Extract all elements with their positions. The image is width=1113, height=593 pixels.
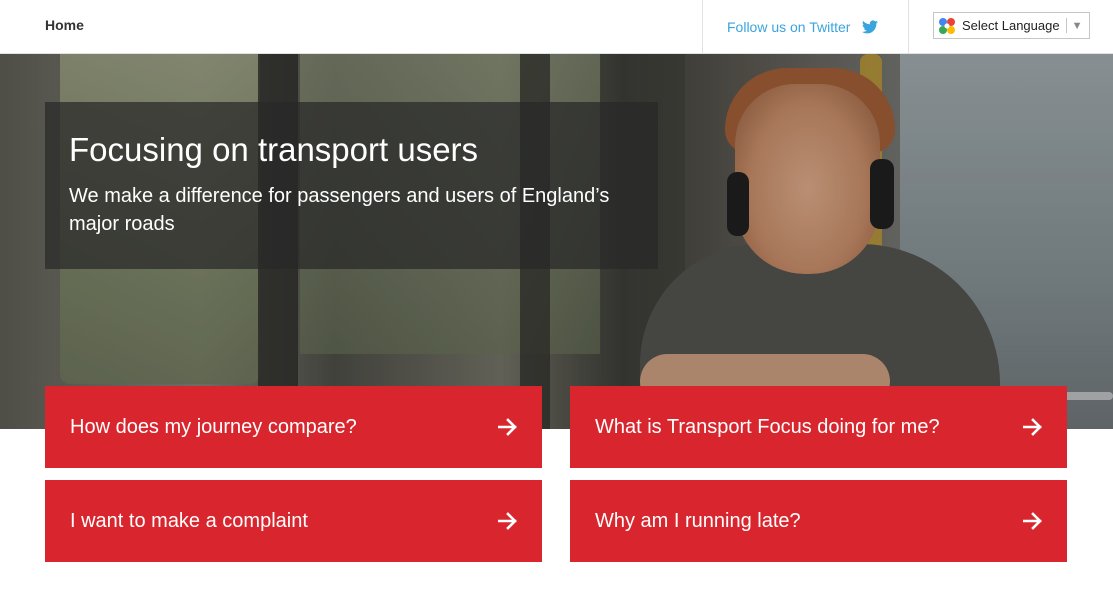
twitter-bird-icon (862, 19, 879, 34)
hero-text-panel: Focusing on transport users We make a di… (45, 102, 658, 269)
language-select[interactable]: Select Language ▼ (933, 12, 1090, 39)
language-select-value: Select Language (962, 18, 1060, 33)
top-navigation-bar: Home Follow us on Twitter Select Languag… (0, 0, 1113, 54)
arrow-right-icon (497, 512, 518, 530)
google-translate-icon (938, 17, 956, 35)
hero-title: Focusing on transport users (69, 131, 479, 168)
hero-subtitle: We make a difference for passengers and … (69, 185, 610, 235)
journey-compare-button[interactable]: How does my journey compare? (45, 386, 542, 468)
arrow-right-icon (1022, 418, 1043, 436)
journey-compare-label: How does my journey compare? (70, 415, 357, 438)
what-is-transport-focus-label: What is Transport Focus doing for me? (595, 415, 940, 438)
running-late-label: Why am I running late? (595, 509, 801, 532)
twitter-follow-label: Follow us on Twitter (727, 18, 851, 35)
arrow-right-icon (497, 418, 518, 436)
language-select-divider (1065, 18, 1067, 33)
home-link[interactable]: Home (45, 17, 84, 33)
running-late-button[interactable]: Why am I running late? (570, 480, 1067, 562)
what-is-transport-focus-button[interactable]: What is Transport Focus doing for me? (570, 386, 1067, 468)
twitter-follow-link[interactable]: Follow us on Twitter (702, 0, 909, 53)
chevron-down-icon: ▼ (1071, 19, 1083, 32)
make-complaint-label: I want to make a complaint (70, 509, 308, 532)
arrow-right-icon (1022, 512, 1043, 530)
make-complaint-button[interactable]: I want to make a complaint (45, 480, 542, 562)
